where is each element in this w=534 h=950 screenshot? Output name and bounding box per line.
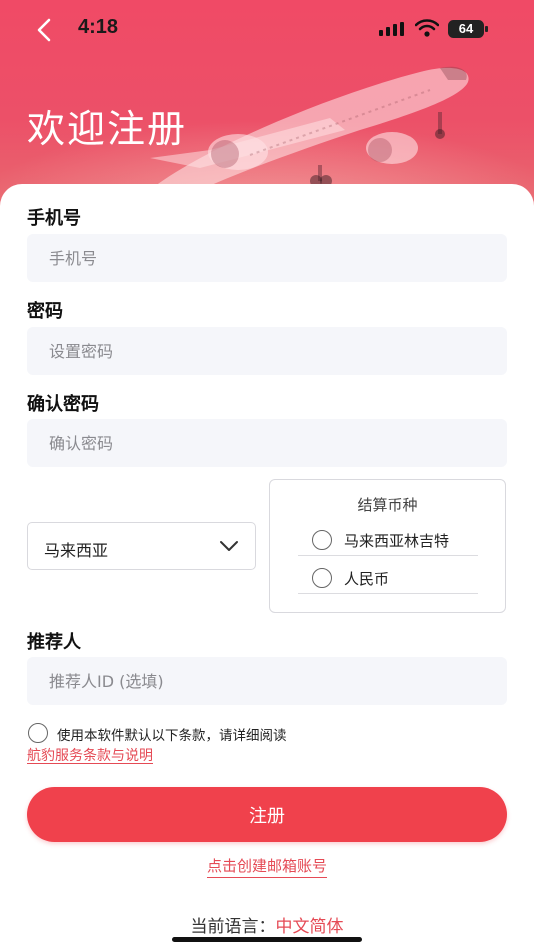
phone-input[interactable] — [27, 234, 507, 282]
home-indicator — [172, 937, 362, 942]
country-selected-value: 马来西亚 — [44, 541, 109, 560]
confirm-password-input[interactable] — [27, 419, 507, 467]
currency-title: 结算币种 — [357, 496, 418, 514]
currency-option-label: 马来西亚林吉特 — [344, 532, 450, 550]
radio-icon[interactable] — [312, 568, 332, 588]
password-label: 密码 — [27, 301, 63, 322]
phone-field-container — [27, 234, 507, 282]
wifi-icon — [415, 19, 439, 37]
referrer-input[interactable] — [27, 657, 507, 705]
back-arrow-icon[interactable] — [30, 16, 58, 44]
password-input[interactable] — [27, 327, 507, 375]
referrer-field-container — [27, 657, 507, 705]
email-register-link-row: 点击创建邮箱账号 — [0, 855, 534, 878]
status-time: 4:18 — [78, 16, 119, 38]
cellular-signal-icon — [379, 22, 404, 36]
chevron-down-icon — [220, 541, 238, 551]
status-bar: 4:18 64 — [0, 0, 534, 60]
settlement-currency-box: 结算币种 马来西亚林吉特 人民币 — [269, 479, 506, 613]
register-button[interactable]: 注册 — [27, 787, 507, 842]
confirm-password-label: 确认密码 — [27, 394, 99, 415]
battery-level: 64 — [458, 21, 474, 36]
terms-agree-radio[interactable] — [28, 723, 48, 743]
language-row[interactable]: 当前语言：中文简体 — [0, 912, 534, 937]
phone-label: 手机号 — [27, 208, 81, 229]
referrer-label: 推荐人 — [27, 632, 81, 653]
terms-link[interactable]: 航豹服务条款与说明 — [27, 745, 153, 765]
page-title: 欢迎注册 — [27, 107, 188, 151]
currency-option-label: 人民币 — [344, 570, 390, 588]
email-register-link[interactable]: 点击创建邮箱账号 — [206, 857, 327, 878]
radio-icon[interactable] — [312, 530, 332, 550]
header-banner: 4:18 64 欢迎注册 — [0, 0, 534, 215]
currency-option-cny[interactable]: 人民币 — [298, 562, 478, 594]
terms-notice: 使用本软件默认以下条款，请详细阅读 — [57, 728, 287, 744]
confirm-password-field-container — [27, 419, 507, 467]
language-value[interactable]: 中文简体 — [276, 917, 344, 937]
currency-option-myr[interactable]: 马来西亚林吉特 — [298, 524, 478, 556]
country-select[interactable]: 马来西亚 — [27, 522, 256, 570]
language-label: 当前语言： — [190, 917, 276, 937]
password-field-container — [27, 327, 507, 375]
